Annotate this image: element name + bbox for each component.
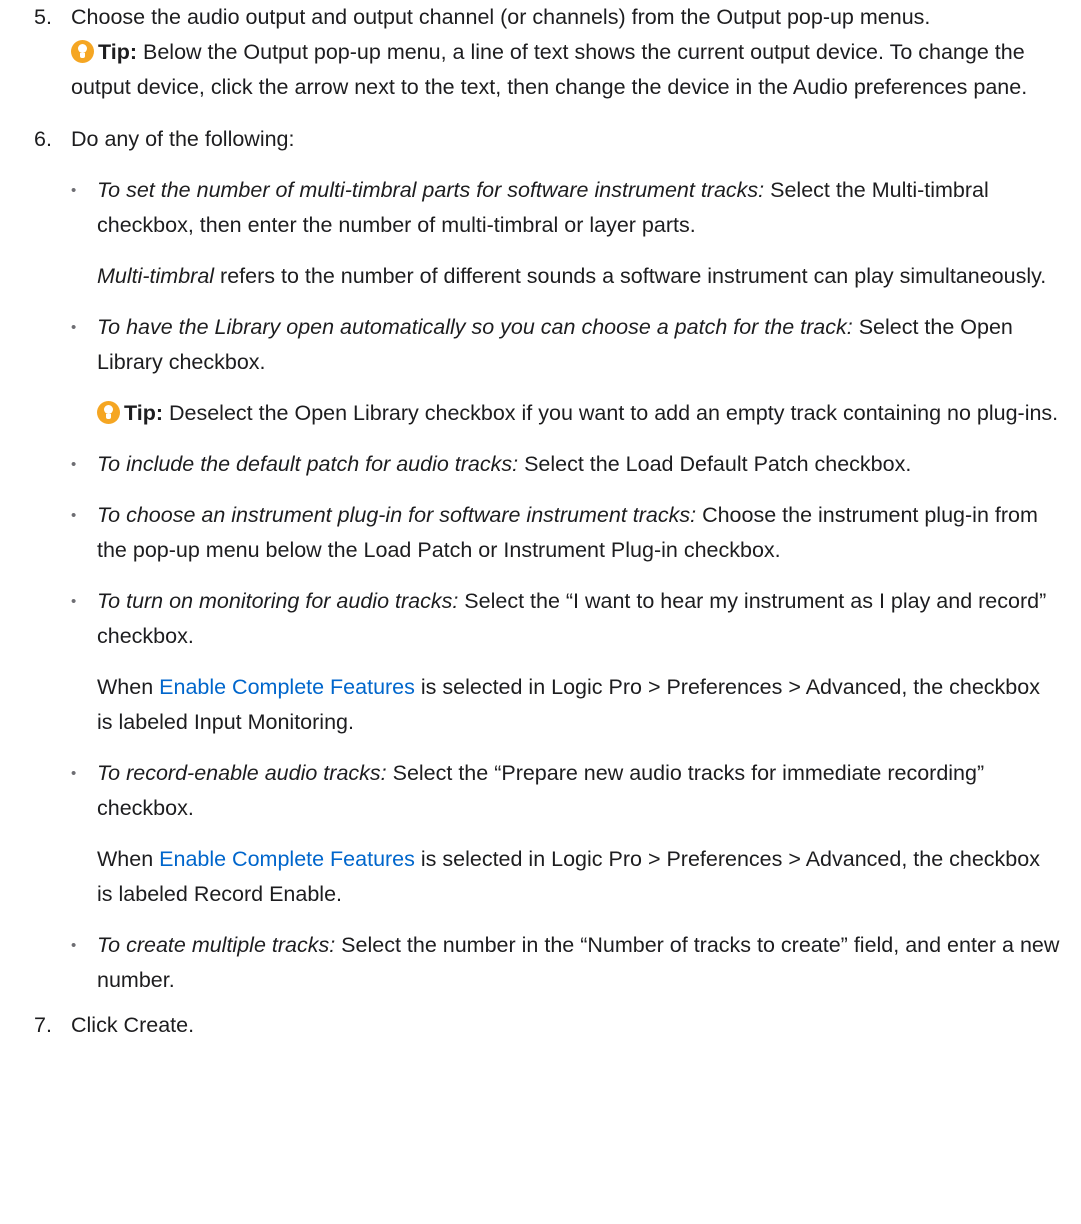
tip: Tip: Deselect the Open Library checkbox … — [97, 396, 1061, 431]
tip-label: Tip: — [124, 401, 164, 425]
option-title: To choose an instrument plug-in for soft… — [97, 503, 697, 527]
option-text: Select the Load Default Patch checkbox. — [518, 452, 912, 476]
list-item: To choose an instrument plug-in for soft… — [71, 498, 1061, 568]
list-item: To have the Library open automatically s… — [71, 310, 1061, 431]
note-text: refers to the number of different sounds… — [214, 264, 1047, 288]
tip-text: Below the Output pop-up menu, a line of … — [71, 40, 1028, 99]
tip: Tip: Below the Output pop-up menu, a lin… — [71, 35, 1061, 105]
option-title: To create multiple tracks: — [97, 933, 336, 957]
lightbulb-icon — [97, 401, 120, 424]
list-item: To turn on monitoring for audio tracks: … — [71, 584, 1061, 740]
step-5: 5. Choose the audio output and output ch… — [34, 0, 1061, 105]
step-number: 6. — [34, 127, 52, 151]
tip-label: Tip: — [98, 40, 138, 64]
list-item: To include the default patch for audio t… — [71, 447, 1061, 482]
step-number: 7. — [34, 1013, 52, 1037]
step-6: 6. Do any of the following: To set the n… — [34, 122, 1061, 998]
list-item: To set the number of multi-timbral parts… — [71, 173, 1061, 294]
document-body: 5. Choose the audio output and output ch… — [0, 0, 1081, 1043]
term: Multi-timbral — [97, 264, 215, 288]
option-title: To record-enable audio tracks: — [97, 761, 387, 785]
option-title: To set the number of multi-timbral parts… — [97, 178, 765, 202]
lightbulb-icon — [71, 40, 94, 63]
option-title: To have the Library open automatically s… — [97, 315, 853, 339]
step-number: 5. — [34, 5, 52, 29]
option-title: To include the default patch for audio t… — [97, 452, 519, 476]
step-7: 7. Click Create. — [34, 1008, 1061, 1043]
option-title: To turn on monitoring for audio tracks: — [97, 589, 459, 613]
list-item: To create multiple tracks: Select the nu… — [71, 928, 1061, 998]
tip-text: Deselect the Open Library checkbox if yo… — [163, 401, 1059, 425]
options-list: To set the number of multi-timbral parts… — [71, 173, 1061, 998]
enable-complete-features-link[interactable]: Enable Complete Features — [159, 847, 415, 871]
note-text: When — [97, 675, 160, 699]
enable-complete-features-link[interactable]: Enable Complete Features — [159, 675, 415, 699]
step-text: Do any of the following: — [71, 127, 295, 151]
step-text: Choose the audio output and output chann… — [71, 5, 931, 29]
step-text: Click Create. — [71, 1013, 195, 1037]
note-text: When — [97, 847, 160, 871]
list-item: To record-enable audio tracks: Select th… — [71, 756, 1061, 912]
